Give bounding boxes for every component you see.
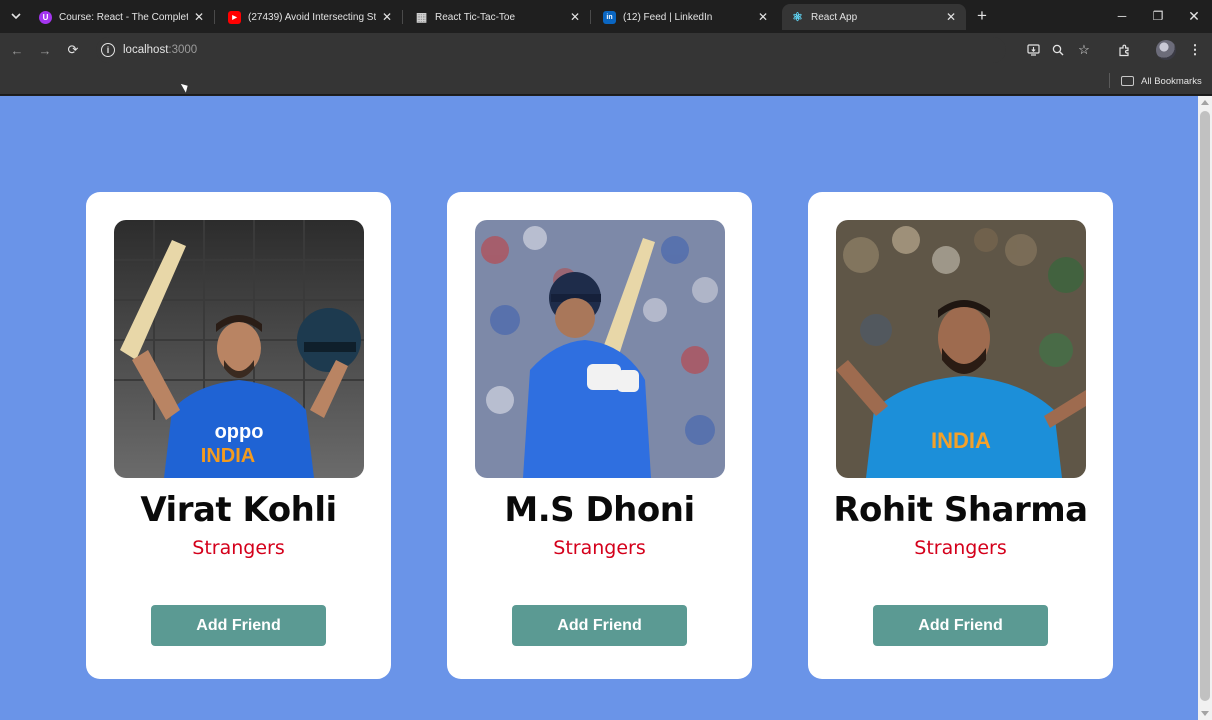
- friend-status: Strangers: [553, 537, 646, 559]
- tab-title: Course: React - The Complete G: [59, 11, 188, 23]
- player-name: Rohit Sharma: [833, 490, 1088, 530]
- add-friend-button[interactable]: Add Friend: [873, 605, 1048, 646]
- restore-window-icon[interactable]: ❐: [1140, 0, 1176, 32]
- bookmarks-bar: All Bookmarks: [0, 66, 1212, 95]
- tab-divider: [590, 10, 591, 24]
- profile-avatar[interactable]: [1156, 40, 1176, 60]
- new-tab-plus-icon[interactable]: +: [972, 6, 992, 26]
- tab-search-chevron-icon[interactable]: [6, 6, 26, 26]
- player-photo-icon: oppo INDIA: [114, 220, 364, 478]
- tab-tic-tac-toe[interactable]: ▦ React Tic-Tac-Toe ✕: [406, 4, 590, 30]
- grid-icon: ▦: [415, 10, 428, 24]
- back-arrow-icon[interactable]: ←: [6, 39, 28, 61]
- scroll-down-arrow-icon[interactable]: [1201, 711, 1209, 716]
- extensions-puzzle-icon[interactable]: [1113, 39, 1135, 61]
- address-bar[interactable]: i localhost:3000: [96, 37, 1006, 63]
- youtube-icon: ▶: [228, 10, 241, 24]
- minimize-window-icon[interactable]: ─: [1104, 0, 1140, 32]
- svg-text:oppo: oppo: [215, 421, 264, 443]
- forward-arrow-icon[interactable]: →: [34, 39, 56, 61]
- tab-title: React Tic-Tac-Toe: [435, 11, 516, 23]
- url-host: localhost: [123, 44, 169, 56]
- tab-title: (27439) Avoid Intersecting Stat: [248, 11, 376, 23]
- tab-divider: [214, 10, 215, 24]
- scroll-up-arrow-icon[interactable]: [1201, 100, 1209, 105]
- player-photo-icon: INDIA: [836, 220, 1086, 478]
- all-bookmarks-button[interactable]: All Bookmarks: [1121, 72, 1202, 90]
- player-card: oppo INDIA Virat Kohli Strangers Add Fri…: [86, 192, 391, 679]
- page-scrollbar[interactable]: [1198, 96, 1212, 720]
- page-viewport: oppo INDIA Virat Kohli Strangers Add Fri…: [0, 96, 1198, 720]
- tab-title: React App: [811, 11, 858, 23]
- reload-icon[interactable]: ⟳: [62, 39, 84, 61]
- install-app-icon[interactable]: [1022, 39, 1044, 61]
- tab-linkedin[interactable]: in (12) Feed | LinkedIn ✕: [594, 4, 778, 30]
- react-icon: ⚛: [792, 10, 803, 24]
- zoom-icon[interactable]: [1047, 39, 1069, 61]
- browser-toolbar: ← → ⟳ i localhost:3000 ☆ ⋮: [0, 33, 1212, 66]
- player-name: Virat Kohli: [140, 490, 337, 530]
- tab-udemy-course[interactable]: U Course: React - The Complete G ✕: [30, 4, 214, 30]
- tab-youtube[interactable]: ▶ (27439) Avoid Intersecting Stat ✕: [219, 4, 402, 30]
- player-name: M.S Dhoni: [504, 490, 695, 530]
- folder-icon: [1121, 76, 1134, 86]
- url-port: :3000: [168, 44, 198, 56]
- player-photo-icon: [475, 220, 725, 478]
- friend-status: Strangers: [192, 537, 285, 559]
- svg-text:INDIA: INDIA: [931, 428, 991, 453]
- add-friend-button[interactable]: Add Friend: [151, 605, 326, 646]
- close-tab-icon[interactable]: ✕: [756, 10, 770, 24]
- url-text[interactable]: localhost:3000: [123, 44, 197, 56]
- svg-text:INDIA: INDIA: [201, 445, 255, 467]
- close-tab-icon[interactable]: ✕: [192, 10, 206, 24]
- bookmarks-divider: [1109, 73, 1110, 88]
- udemy-icon: U: [39, 10, 52, 24]
- all-bookmarks-label: All Bookmarks: [1141, 75, 1202, 87]
- tab-react-app[interactable]: ⚛ React App ✕: [782, 4, 966, 30]
- player-card: INDIA Rohit Sharma Strangers Add Friend: [808, 192, 1113, 679]
- close-tab-icon[interactable]: ✕: [568, 10, 582, 24]
- tab-title: (12) Feed | LinkedIn: [623, 11, 713, 23]
- bookmark-star-icon[interactable]: ☆: [1073, 39, 1095, 61]
- close-window-icon[interactable]: ✕: [1176, 0, 1212, 32]
- add-friend-button[interactable]: Add Friend: [512, 605, 687, 646]
- player-card: M.S Dhoni Strangers Add Friend: [447, 192, 752, 679]
- tab-strip: U Course: React - The Complete G ✕ ▶ (27…: [0, 0, 1212, 33]
- scrollbar-thumb[interactable]: [1200, 111, 1210, 701]
- site-info-icon[interactable]: i: [101, 43, 115, 57]
- close-tab-icon[interactable]: ✕: [944, 10, 958, 24]
- browser-menu-icon[interactable]: ⋮: [1184, 39, 1206, 61]
- tab-divider: [402, 10, 403, 24]
- friend-status: Strangers: [914, 537, 1007, 559]
- linkedin-icon: in: [603, 10, 616, 24]
- close-tab-icon[interactable]: ✕: [380, 10, 394, 24]
